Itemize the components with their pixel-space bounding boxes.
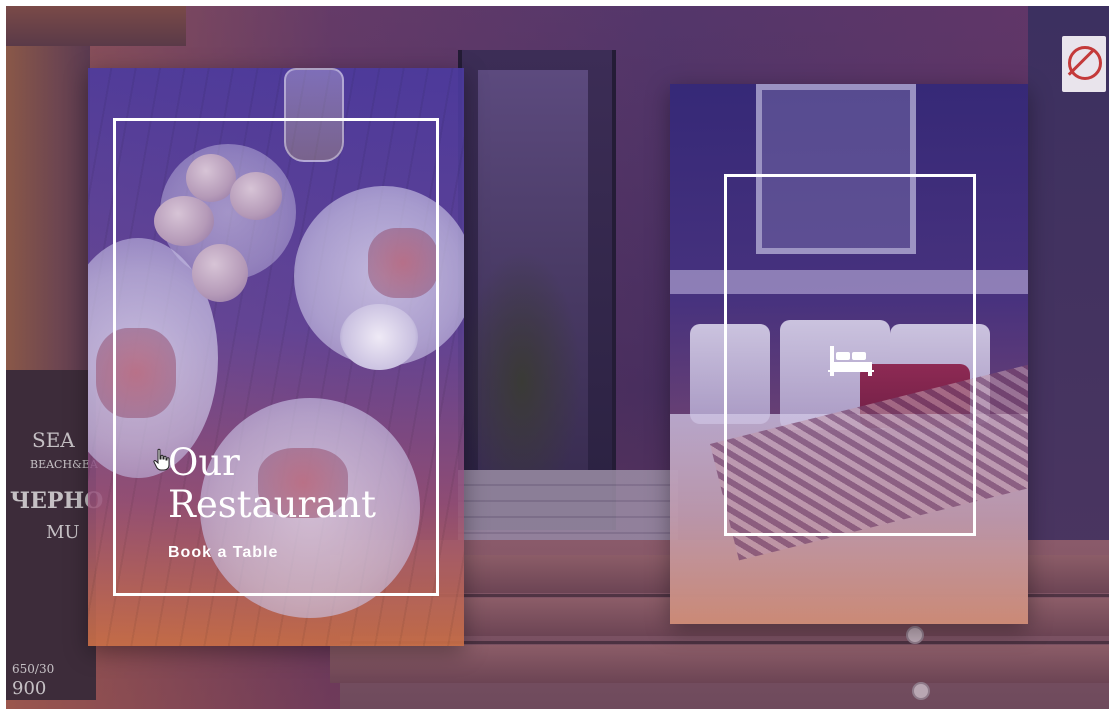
no-smoking-sign-icon — [1062, 36, 1106, 92]
chalk-sign-board: SEA BEACH&EA ЧЕРНО MU 650/30 900 — [6, 370, 103, 700]
bolt — [912, 682, 930, 700]
restaurant-card[interactable]: Our Restaurant Book a Table — [88, 68, 464, 646]
potted-plant — [462, 250, 582, 470]
card-title-line: Restaurant — [168, 483, 376, 526]
bed-icon — [828, 346, 874, 376]
board-text: SEA — [32, 428, 75, 452]
awning — [6, 6, 186, 46]
book-table-link[interactable]: Book a Table — [168, 544, 278, 562]
tile-floor — [458, 470, 678, 550]
hotel-card[interactable] — [670, 84, 1028, 624]
board-text: 650/30 — [12, 662, 55, 676]
hand-cursor-icon — [153, 448, 170, 471]
bolt — [906, 626, 924, 644]
board-text: MU — [46, 522, 80, 543]
card-title: Our Restaurant — [168, 442, 376, 526]
card-title-line: Our — [168, 441, 240, 484]
stair-step — [330, 645, 1109, 683]
board-text: 900 — [12, 678, 47, 699]
